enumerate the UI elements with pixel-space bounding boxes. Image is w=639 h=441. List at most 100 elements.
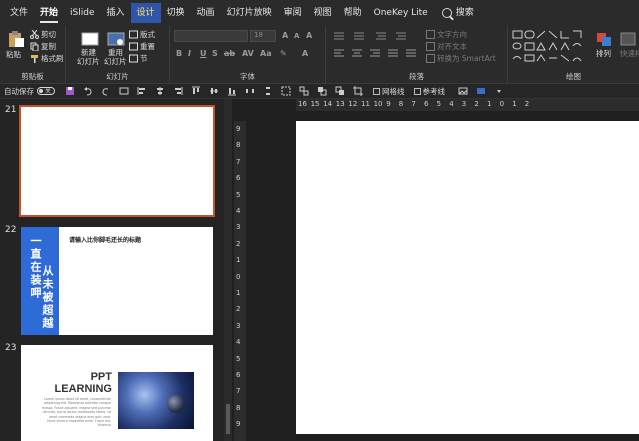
align-center-icon[interactable] (155, 86, 165, 96)
quick-styles-icon[interactable] (618, 30, 638, 48)
hruler-label: 10 (373, 100, 383, 108)
align-middle-icon[interactable] (209, 86, 219, 96)
panel-scrollbar[interactable] (224, 99, 232, 441)
new-slide-label-2[interactable]: 幻灯片 (77, 56, 100, 67)
menu-tab-10[interactable]: 帮助 (338, 0, 368, 26)
bring-front-icon[interactable] (317, 86, 327, 96)
vruler-label: 8 (236, 403, 241, 412)
align-bottom-icon[interactable] (227, 86, 237, 96)
smartart-button[interactable]: 转换为 SmartArt (426, 53, 496, 64)
shrink-font-icon[interactable]: A (294, 32, 299, 40)
undo-icon[interactable] (83, 86, 93, 96)
case-icon[interactable]: Aa (260, 49, 272, 58)
reset-button[interactable]: 重置 (129, 41, 155, 52)
strikethrough-icon[interactable]: ab (224, 49, 235, 58)
text-direction-button[interactable]: 文字方向 (426, 29, 467, 40)
guides-label: 参考线 (422, 86, 446, 96)
font-color-icon[interactable]: A (302, 49, 308, 58)
smartart-label: 转换为 SmartArt (437, 54, 496, 63)
align-icons[interactable] (332, 48, 420, 58)
screen-icon[interactable] (476, 86, 486, 96)
gridlines-checkbox[interactable] (373, 87, 380, 95)
menu-tab-4[interactable]: 设计 (130, 3, 161, 23)
hruler-label: 15 (310, 100, 320, 108)
distribute-v-icon[interactable] (263, 86, 273, 96)
paste-icon[interactable] (6, 30, 26, 48)
format-painter-button[interactable]: 格式刷 (30, 53, 64, 64)
search-box[interactable]: 搜索 (434, 0, 474, 26)
copy-button[interactable]: 复制 (30, 41, 56, 52)
spacing-icon[interactable]: AV (242, 49, 254, 58)
menu-tab-9[interactable]: 视图 (308, 0, 338, 26)
grow-font-icon[interactable]: A (282, 31, 288, 40)
slide22-title: 请输入比你脚毛还长的标题 (69, 237, 142, 244)
menu-tab-2[interactable]: iSlide (64, 0, 100, 26)
italic-icon[interactable]: I (188, 49, 191, 58)
menu-tab-7[interactable]: 幻灯片放映 (221, 0, 278, 26)
font-size-select[interactable]: 18 (250, 30, 276, 42)
menu-tab-5[interactable]: 切换 (161, 0, 191, 26)
list-icons[interactable] (332, 31, 420, 41)
hruler-label: 3 (461, 100, 467, 108)
paste-button[interactable]: 粘贴 (6, 49, 21, 60)
align-left-icon[interactable] (137, 86, 147, 96)
font-name-select[interactable] (174, 30, 248, 42)
more-icon[interactable] (494, 86, 504, 96)
distribute-h-icon[interactable] (245, 86, 255, 96)
menu-tab-0[interactable]: 文件 (4, 0, 34, 26)
underline-icon[interactable]: U (200, 49, 207, 58)
reuse-slide-label-2[interactable]: 幻灯片 (104, 56, 127, 67)
layout-label: 版式 (140, 30, 155, 39)
guides-checkbox[interactable] (413, 87, 421, 95)
cut-button[interactable]: 剪切 (30, 29, 56, 40)
autosave-toggle[interactable] (37, 86, 55, 95)
clear-format-icon[interactable]: A (306, 31, 312, 40)
reuse-slide-icon[interactable] (106, 30, 126, 48)
hruler-label: 16 (298, 100, 307, 108)
menu-tab-8[interactable]: 审阅 (278, 0, 308, 26)
menu-tab-6[interactable]: 动画 (191, 0, 221, 26)
send-back-icon[interactable] (335, 86, 345, 96)
arrange-label[interactable]: 排列 (596, 48, 611, 59)
brush-icon (31, 55, 38, 63)
arrange-icon[interactable] (594, 30, 614, 48)
slide-thumbnail-panel: 21 22 一直在装呷 从未被超越 请输入比你脚毛还长的标题 23 PPT LE… (0, 99, 232, 441)
vruler-label: 7 (236, 387, 241, 396)
hruler-label: 11 (361, 100, 370, 108)
align-right-icon[interactable] (173, 86, 183, 96)
section-label: 节 (140, 54, 148, 63)
vruler-label: 0 (236, 272, 241, 281)
shadow-icon[interactable]: S (212, 49, 218, 58)
menu-tab-3[interactable]: 插入 (101, 0, 131, 26)
redo-icon[interactable] (101, 86, 111, 96)
crop-icon[interactable] (353, 86, 363, 96)
new-slide-icon[interactable] (80, 30, 100, 48)
group-icon[interactable] (281, 86, 291, 96)
shapes-gallery[interactable] (511, 29, 587, 63)
align-top-icon[interactable] (191, 86, 201, 96)
vruler-label: 8 (236, 141, 241, 150)
menu-tab-11[interactable]: OneKey Lite (368, 0, 434, 26)
vruler-label: 3 (236, 321, 241, 330)
quick-styles-label[interactable]: 快速样式 (620, 48, 639, 59)
start-slideshow-icon[interactable] (119, 86, 129, 96)
text-direction-label: 文字方向 (437, 30, 467, 39)
menu-tab-1[interactable]: 开始 (34, 0, 64, 26)
section-button[interactable]: 节 (129, 53, 148, 64)
slide-canvas[interactable] (296, 121, 639, 434)
clipboard-group: 粘贴 剪切 复制 格式刷 剪贴板 (0, 26, 66, 84)
save-icon[interactable] (65, 86, 75, 96)
highlight-icon[interactable]: ✎ (280, 49, 287, 58)
smartart-icon (426, 54, 435, 63)
ungroup-icon[interactable] (299, 86, 309, 96)
bold-icon[interactable]: B (176, 49, 182, 58)
layout-button[interactable]: 版式 (129, 29, 155, 40)
hruler-label: 2 (524, 100, 530, 108)
hruler-label: 14 (323, 100, 333, 108)
picture-icon[interactable] (458, 86, 468, 96)
panel-scroll-thumb[interactable] (226, 404, 230, 434)
slide-thumbnail-22[interactable]: 一直在装呷 从未被超越 请输入比你脚毛还长的标题 (21, 227, 213, 335)
slide-thumbnail-21[interactable] (19, 105, 215, 217)
align-text-button[interactable]: 对齐文本 (426, 41, 467, 52)
slide-thumbnail-23[interactable]: PPT LEARNING Lorem ipsum dolor sit amet,… (21, 345, 213, 441)
